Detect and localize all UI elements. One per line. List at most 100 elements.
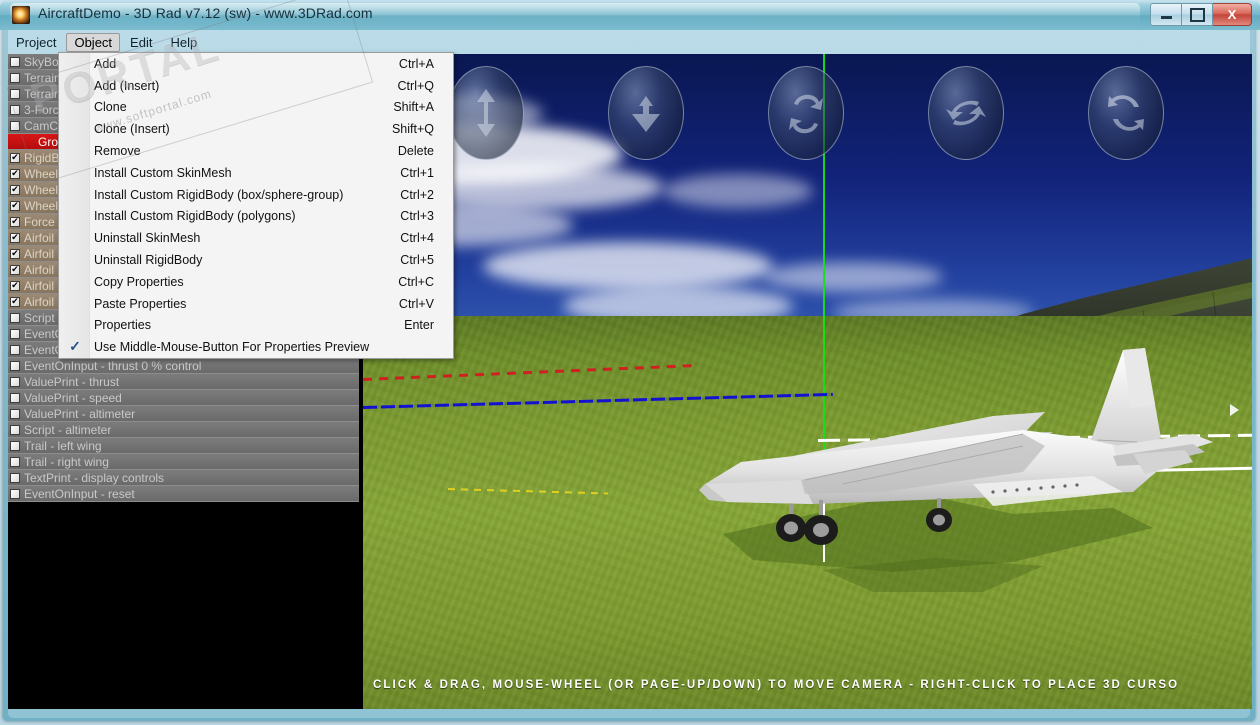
checkbox-checked-icon[interactable]: ✔	[10, 264, 20, 275]
move-down-gizmo[interactable]	[608, 66, 684, 160]
minimize-icon	[1160, 16, 1172, 19]
menu-item-shortcut: Ctrl+A	[398, 56, 434, 71]
checkbox-checked-icon[interactable]: ✔	[10, 216, 20, 227]
menu-item[interactable]: ✓ Use Middle-Mouse-Button For Properties …	[59, 336, 453, 358]
menu-item-shortcut: Ctrl+Q	[397, 78, 434, 93]
checkbox-unchecked-icon[interactable]	[10, 360, 20, 371]
checkbox-unchecked-icon[interactable]	[10, 120, 20, 131]
checkbox-unchecked-icon[interactable]	[10, 72, 20, 83]
menu-item-shortcut: Ctrl+2	[400, 187, 434, 202]
checkbox-unchecked-icon[interactable]	[10, 56, 20, 67]
menu-item[interactable]: Install Custom RigidBody (box/sphere-gro…	[59, 184, 453, 206]
checkbox-checked-icon[interactable]: ✔	[10, 296, 20, 307]
object-list-row[interactable]: EventOnInput - thrust 0 % control	[8, 358, 359, 374]
checkbox-checked-icon[interactable]: ✔	[10, 168, 20, 179]
object-list-row-label: EventOnInput - reset	[24, 486, 135, 501]
checkbox-unchecked-icon[interactable]	[10, 392, 20, 403]
checkbox-checked-icon[interactable]: ✔	[10, 184, 20, 195]
checkbox-unchecked-icon[interactable]	[10, 104, 20, 115]
object-list-row[interactable]: ValuePrint - thrust	[8, 374, 359, 390]
object-list-row-label: ValuePrint - thrust	[24, 374, 120, 389]
object-list-row-label: Airfoil -	[24, 246, 62, 261]
landing-gear	[776, 498, 952, 545]
object-list-row[interactable]: Trail - left wing	[8, 438, 359, 454]
object-list-row[interactable]: ValuePrint - altimeter	[8, 406, 359, 422]
panel-expand-arrow-icon[interactable]	[1230, 404, 1239, 416]
checkbox-unchecked-icon[interactable]	[10, 424, 20, 435]
menu-item-label: Properties	[94, 318, 151, 333]
menu-item-label: Clone	[94, 100, 127, 115]
checkbox-unchecked-icon[interactable]	[10, 88, 20, 99]
menu-item[interactable]: Clone Shift+A	[59, 97, 453, 119]
checkbox-unchecked-icon[interactable]	[10, 376, 20, 387]
viewport-status-text: CLICK & DRAG, MOUSE-WHEEL (OR PAGE-UP/DO…	[373, 679, 1180, 691]
checkbox-unchecked-icon[interactable]	[10, 408, 20, 419]
object-dropdown-menu[interactable]: Add Ctrl+A Add (Insert) Ctrl+Q Clone Shift+A C…	[58, 52, 454, 360]
checkbox-unchecked-icon[interactable]	[10, 456, 20, 467]
menu-item-label: Add	[94, 56, 117, 71]
checkbox-checked-icon[interactable]: ✔	[10, 152, 20, 163]
object-list-row[interactable]: Script - altimeter	[8, 422, 359, 438]
menu-item[interactable]: Paste Properties Ctrl+V	[59, 293, 453, 315]
down-arrow-icon	[632, 96, 660, 132]
menu-item[interactable]: Install Custom RigidBody (polygons) Ctrl+…	[59, 206, 453, 228]
3d-viewport[interactable]: CLICK & DRAG, MOUSE-WHEEL (OR PAGE-UP/DO…	[363, 54, 1252, 709]
checkbox-unchecked-icon[interactable]	[10, 328, 20, 339]
object-list-row[interactable]: Trail - right wing	[8, 454, 359, 470]
object-list-row-label: Force -	[24, 214, 63, 229]
checkbox-unchecked-icon[interactable]	[10, 440, 20, 451]
checkbox-unchecked-icon[interactable]	[10, 312, 20, 323]
menu-item[interactable]: Add (Insert) Ctrl+Q	[59, 75, 453, 97]
window-controls: X	[1150, 3, 1252, 26]
application-window: AircraftDemo - 3D Rad v7.12 (sw) - www.3…	[0, 0, 1260, 725]
menu-item-label: Clone (Insert)	[94, 122, 170, 137]
camera-gizmo-toolbar	[363, 54, 1252, 169]
minimize-button[interactable]	[1150, 3, 1182, 26]
menu-item-shortcut: Ctrl+1	[400, 165, 434, 180]
object-list-row-label: Trail - left wing	[24, 438, 102, 453]
close-button[interactable]: X	[1213, 3, 1252, 26]
object-list-row[interactable]: ValuePrint - speed	[8, 390, 359, 406]
menu-item-shortcut: Shift+A	[393, 100, 434, 115]
object-list-row[interactable]: TextPrint - display controls	[8, 470, 359, 486]
menu-item-label: Add (Insert)	[94, 78, 160, 93]
checkbox-checked-icon[interactable]: ✔	[10, 232, 20, 243]
rotate-roll-gizmo[interactable]	[1088, 66, 1164, 160]
checkbox-unchecked-icon[interactable]	[10, 472, 20, 483]
up-down-arrow-icon	[477, 89, 495, 137]
checkbox-unchecked-icon[interactable]	[10, 344, 20, 355]
menu-item-shortcut: Delete	[397, 144, 434, 159]
checkbox-checked-icon[interactable]: ✔	[10, 200, 20, 211]
preview-pane	[8, 502, 359, 709]
menu-item-label: Uninstall RigidBody	[94, 253, 203, 268]
menu-item-shortcut: Ctrl+4	[400, 231, 434, 246]
checkbox-checked-icon[interactable]: ✔	[10, 248, 20, 259]
checkbox-checked-icon[interactable]: ✔	[10, 280, 20, 291]
maximize-icon	[1189, 7, 1205, 22]
menu-item[interactable]: Copy Properties Ctrl+C	[59, 271, 453, 293]
checkbox-unchecked-icon[interactable]	[10, 488, 20, 499]
menu-item[interactable]: Add Ctrl+A	[59, 53, 453, 75]
menu-item-label: Install Custom RigidBody (box/sphere-gro…	[94, 187, 344, 202]
menu-item[interactable]: Remove Delete	[59, 140, 453, 162]
menu-project[interactable]: Project	[8, 33, 64, 52]
rotate-yaw-gizmo[interactable]	[928, 66, 1004, 160]
menu-item[interactable]: Uninstall RigidBody Ctrl+5	[59, 249, 453, 271]
menu-item-shortcut: Ctrl+V	[398, 296, 434, 311]
object-list-row-label: Airfoil -	[24, 262, 62, 277]
object-list-row[interactable]: EventOnInput - reset	[8, 486, 359, 502]
object-list-row-label: Script -	[24, 310, 63, 325]
menu-object[interactable]: Object	[66, 33, 121, 52]
menu-help[interactable]: Help	[162, 33, 205, 52]
menu-item[interactable]: Uninstall SkinMesh Ctrl+4	[59, 227, 453, 249]
rotate-pitch-gizmo[interactable]	[768, 66, 844, 160]
maximize-button[interactable]	[1182, 3, 1213, 26]
menu-edit[interactable]: Edit	[122, 33, 160, 52]
menu-item[interactable]: Install Custom SkinMesh Ctrl+1	[59, 162, 453, 184]
rotate-left-arrow-icon	[946, 100, 986, 126]
menu-item[interactable]: Clone (Insert) Shift+Q	[59, 118, 453, 140]
move-up-down-gizmo[interactable]	[448, 66, 524, 160]
checkmark-icon: ✓	[69, 338, 81, 355]
menu-item[interactable]: Properties Enter	[59, 315, 453, 337]
cloud	[663, 174, 813, 208]
